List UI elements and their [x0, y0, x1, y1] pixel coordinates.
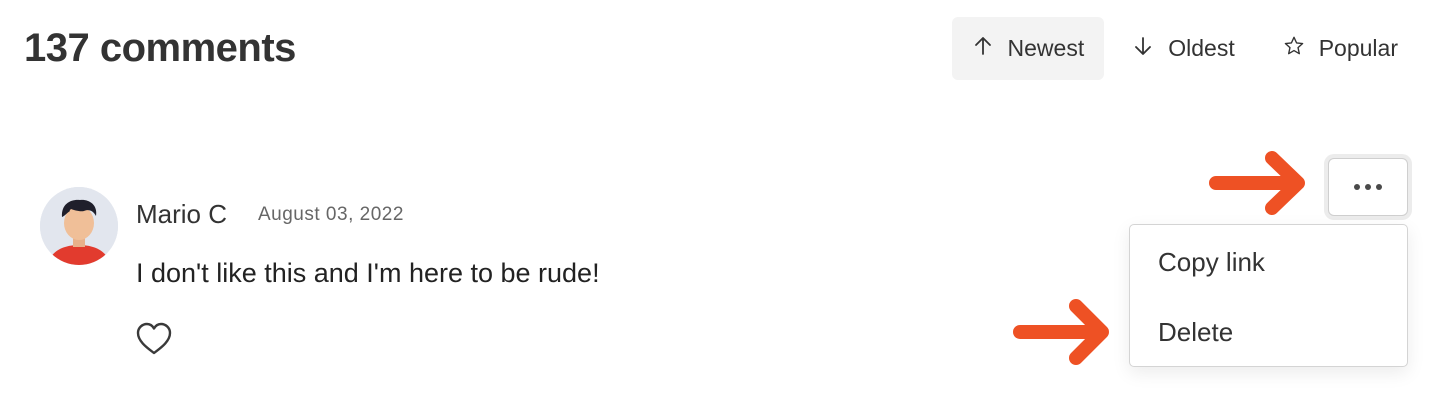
- more-options-button[interactable]: [1328, 158, 1408, 216]
- comment-text: I don't like this and I'm here to be rud…: [136, 258, 600, 288]
- annotation-arrow-icon: [1209, 151, 1305, 215]
- star-icon: [1283, 35, 1305, 63]
- sort-newest-button[interactable]: Newest: [951, 17, 1105, 80]
- avatar: [40, 187, 118, 265]
- arrow-up-icon: [972, 35, 994, 63]
- comment-date: August 03, 2022: [258, 204, 404, 225]
- more-icon: [1353, 178, 1383, 196]
- comment-author[interactable]: Mario C: [136, 199, 227, 230]
- sort-options: Newest Oldest Popular: [951, 17, 1418, 80]
- heart-icon[interactable]: [135, 321, 173, 357]
- sort-popular-button[interactable]: Popular: [1263, 17, 1418, 80]
- sort-newest-label: Newest: [1007, 35, 1085, 61]
- comment-options-menu: Copy link Delete: [1129, 224, 1408, 367]
- arrow-down-icon: [1132, 35, 1154, 63]
- sort-oldest-button[interactable]: Oldest: [1112, 17, 1254, 80]
- copy-link-menu-item[interactable]: Copy link: [1158, 247, 1265, 278]
- delete-menu-item[interactable]: Delete: [1158, 317, 1233, 348]
- sort-popular-label: Popular: [1318, 35, 1398, 61]
- comment-count-title: 137 comments: [24, 26, 296, 70]
- sort-oldest-label: Oldest: [1168, 35, 1235, 61]
- annotation-arrow-icon: [1013, 299, 1109, 365]
